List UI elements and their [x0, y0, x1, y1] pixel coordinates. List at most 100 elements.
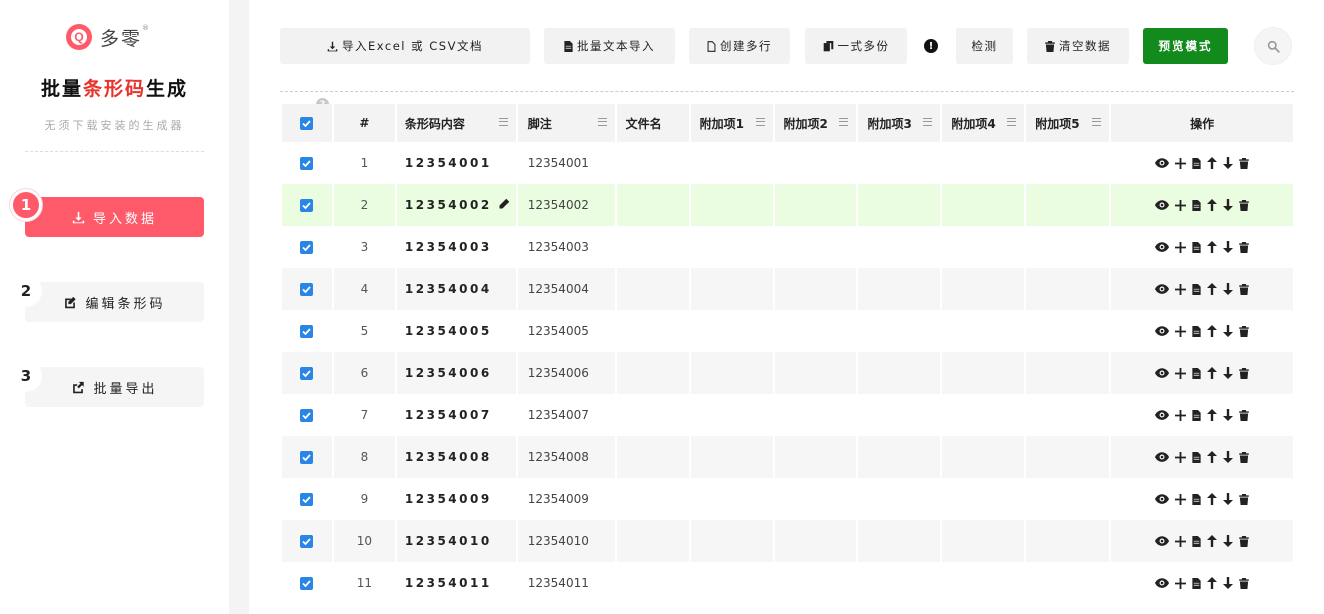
select-all-checkbox[interactable]	[300, 116, 314, 130]
eye-icon[interactable]	[1155, 410, 1170, 420]
column-header-extra1[interactable]: 附加项1	[690, 104, 775, 142]
arrow-up-icon[interactable]	[1207, 577, 1218, 589]
barcode-content-cell[interactable]: 12354004	[396, 268, 518, 310]
column-header-extra4[interactable]: 附加项4	[942, 104, 1027, 142]
table-row[interactable]: 2 12354002 12354002	[282, 184, 1294, 226]
document-icon[interactable]	[1192, 199, 1201, 211]
extra3-cell[interactable]	[858, 562, 943, 604]
trash-icon[interactable]	[1239, 199, 1249, 211]
filename-cell[interactable]	[616, 268, 691, 310]
plus-icon[interactable]	[1175, 241, 1187, 253]
filename-cell[interactable]	[616, 184, 691, 226]
footnote-cell[interactable]: 12354005	[518, 310, 617, 352]
eye-icon[interactable]	[1155, 494, 1170, 504]
filename-cell[interactable]	[616, 436, 691, 478]
clear-data-button[interactable]: 清空数据	[1027, 28, 1129, 64]
arrow-up-icon[interactable]	[1207, 157, 1218, 169]
extra2-cell[interactable]	[775, 226, 859, 268]
extra2-cell[interactable]	[774, 436, 859, 478]
extra2-cell[interactable]	[775, 310, 859, 352]
barcode-content-cell[interactable]: 12354009	[397, 478, 518, 520]
eye-icon[interactable]	[1155, 326, 1170, 336]
plus-icon[interactable]	[1175, 577, 1187, 589]
step-batch-export-button[interactable]: 批量导出	[25, 367, 204, 407]
barcode-content-cell[interactable]: 12354006	[396, 352, 518, 394]
filename-cell[interactable]	[616, 352, 691, 394]
plus-icon[interactable]	[1175, 325, 1187, 337]
extra1-cell[interactable]	[691, 394, 775, 436]
extra2-cell[interactable]	[774, 184, 859, 226]
extra3-cell[interactable]	[858, 184, 943, 226]
import-excel-csv-button[interactable]: 导入Excel 或 CSV文档	[280, 28, 530, 64]
extra5-cell[interactable]	[1026, 478, 1112, 520]
row-checkbox[interactable]	[300, 366, 314, 380]
arrow-down-icon[interactable]	[1223, 367, 1234, 379]
extra5-cell[interactable]	[1026, 268, 1112, 310]
row-checkbox[interactable]	[300, 240, 314, 254]
extra3-cell[interactable]	[858, 394, 943, 436]
document-icon[interactable]	[1192, 325, 1201, 337]
extra1-cell[interactable]	[691, 310, 775, 352]
batch-text-import-button[interactable]: 批量文本导入	[544, 28, 675, 64]
extra3-cell[interactable]	[858, 268, 943, 310]
arrow-down-icon[interactable]	[1223, 241, 1234, 253]
arrow-up-icon[interactable]	[1207, 199, 1218, 211]
column-header-extra3[interactable]: 附加项3	[858, 104, 943, 142]
filename-cell[interactable]	[617, 562, 691, 604]
document-icon[interactable]	[1192, 283, 1201, 295]
extra4-cell[interactable]	[942, 184, 1027, 226]
eye-icon[interactable]	[1155, 452, 1170, 462]
plus-icon[interactable]	[1175, 409, 1187, 421]
extra5-cell[interactable]	[1026, 562, 1112, 604]
extra1-cell[interactable]	[690, 520, 775, 562]
extra4-cell[interactable]	[942, 394, 1027, 436]
document-icon[interactable]	[1192, 241, 1201, 253]
filename-cell[interactable]	[616, 520, 691, 562]
row-checkbox[interactable]	[300, 576, 314, 590]
extra3-cell[interactable]	[858, 226, 943, 268]
extra4-cell[interactable]	[942, 352, 1027, 394]
extra3-cell[interactable]	[858, 520, 943, 562]
barcode-content-cell[interactable]: 12354001	[397, 142, 518, 184]
extra5-cell[interactable]	[1026, 226, 1112, 268]
extra2-cell[interactable]	[775, 478, 859, 520]
trash-icon[interactable]	[1239, 577, 1249, 589]
document-icon[interactable]	[1192, 157, 1201, 169]
document-icon[interactable]	[1192, 451, 1201, 463]
row-checkbox[interactable]	[300, 282, 314, 296]
barcode-content-cell[interactable]: 12354002	[396, 184, 518, 226]
extra4-cell[interactable]	[942, 520, 1027, 562]
filename-cell[interactable]	[617, 394, 691, 436]
extra5-cell[interactable]	[1026, 184, 1112, 226]
extra5-cell[interactable]	[1026, 310, 1112, 352]
arrow-up-icon[interactable]	[1207, 451, 1218, 463]
arrow-up-icon[interactable]	[1207, 535, 1218, 547]
column-header-note[interactable]: 脚注	[517, 104, 617, 142]
column-menu-icon[interactable]	[498, 118, 508, 126]
trash-icon[interactable]	[1239, 283, 1249, 295]
trash-icon[interactable]	[1239, 157, 1249, 169]
column-menu-icon[interactable]	[597, 118, 607, 126]
arrow-down-icon[interactable]	[1223, 535, 1234, 547]
eye-icon[interactable]	[1155, 200, 1170, 210]
arrow-down-icon[interactable]	[1223, 283, 1234, 295]
copies-button[interactable]: 一式多份	[805, 28, 907, 64]
table-row[interactable]: 3 12354003 12354003	[282, 226, 1293, 268]
plus-icon[interactable]	[1175, 451, 1187, 463]
trash-icon[interactable]	[1239, 241, 1249, 253]
trash-icon[interactable]	[1239, 325, 1249, 337]
arrow-up-icon[interactable]	[1207, 493, 1218, 505]
extra5-cell[interactable]	[1026, 142, 1112, 184]
arrow-down-icon[interactable]	[1223, 493, 1234, 505]
extra4-cell[interactable]	[942, 142, 1027, 184]
extra4-cell[interactable]	[942, 310, 1027, 352]
preview-mode-button[interactable]: 预览模式	[1143, 28, 1228, 64]
step-import-data-button[interactable]: 导入数据	[25, 197, 204, 237]
table-row[interactable]: 5 12354005 12354005	[282, 310, 1293, 352]
footnote-cell[interactable]: 12354010	[517, 520, 617, 562]
trash-icon[interactable]	[1239, 409, 1249, 421]
trash-icon[interactable]	[1239, 367, 1249, 379]
brand-logo[interactable]: Q 多零 ®	[66, 22, 149, 52]
extra2-cell[interactable]	[774, 520, 859, 562]
extra3-cell[interactable]	[858, 436, 943, 478]
